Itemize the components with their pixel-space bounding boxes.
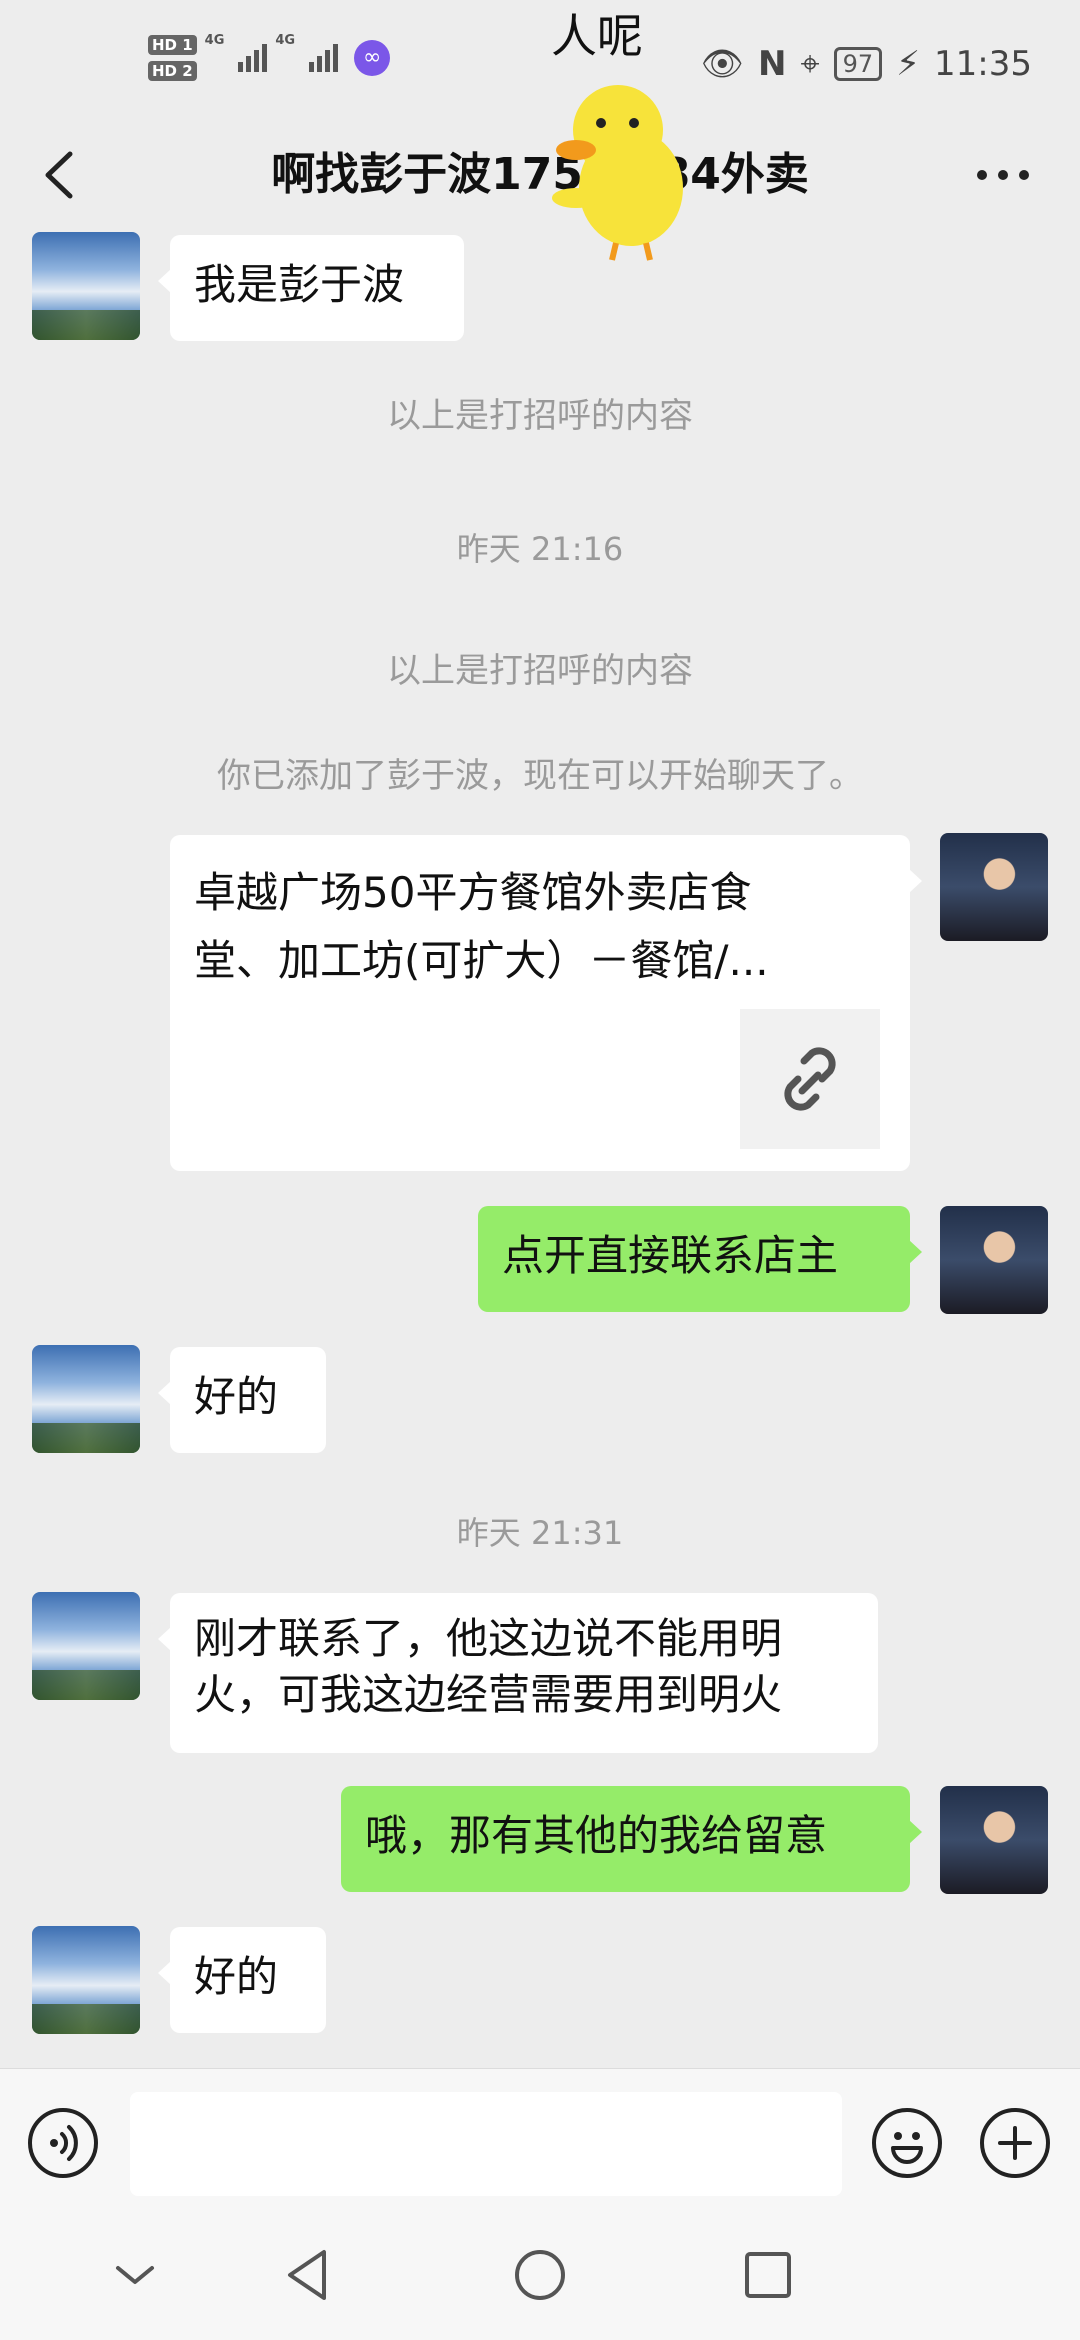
- link-card-title: 卓越广场50平方餐馆外卖店食堂、加工坊(可扩大）－餐馆/...: [194, 868, 769, 985]
- sim1-badge: HD 1: [148, 35, 197, 55]
- contact-avatar[interactable]: [32, 1592, 140, 1700]
- more-actions-button[interactable]: [980, 2108, 1050, 2178]
- status-right: 👁 N ⌖ 97 ⚡ 11:35: [701, 44, 1032, 84]
- link-card[interactable]: 卓越广场50平方餐馆外卖店食堂、加工坊(可扩大）－餐馆/...: [170, 835, 922, 1171]
- message-input[interactable]: [130, 2092, 842, 2196]
- chevron-down-icon: [116, 2266, 154, 2284]
- self-avatar[interactable]: [940, 1786, 1048, 1894]
- status-left: HD 1 HD 2 4G 4G ∞: [148, 33, 391, 81]
- nav-home-button[interactable]: [505, 2240, 575, 2310]
- voice-icon: [50, 2125, 78, 2161]
- more-button[interactable]: [968, 150, 1038, 200]
- contact-avatar[interactable]: [32, 1926, 140, 2034]
- message-bubble-received[interactable]: 刚才联系了，他这边说不能用明火，可我这边经营需要用到明火: [158, 1593, 878, 1753]
- sim2-badge: HD 2: [148, 61, 197, 81]
- self-avatar[interactable]: [940, 833, 1048, 941]
- voice-button[interactable]: [28, 2108, 98, 2178]
- message-text: 点开直接联系店主: [502, 1231, 839, 1280]
- eye-icon: 👁: [700, 44, 744, 84]
- network-1-label: 4G: [204, 33, 225, 48]
- nav-recents-button[interactable]: [733, 2240, 803, 2310]
- message-text: 好的: [194, 1952, 279, 2001]
- message-bubble-sent[interactable]: 哦，那有其他的我给留意: [341, 1786, 922, 1892]
- contact-avatar[interactable]: [32, 1345, 140, 1453]
- status-time: 11:35: [934, 44, 1032, 84]
- charging-icon: ⚡: [896, 44, 921, 84]
- message-bubble-received[interactable]: 好的: [158, 1927, 326, 2033]
- plus-icon: [998, 2126, 1032, 2160]
- message-bubble-received[interactable]: 我是彭于波: [158, 235, 464, 341]
- duck-sticker: [546, 68, 696, 268]
- emoji-icon: [891, 2132, 923, 2164]
- emoji-button[interactable]: [872, 2108, 942, 2178]
- overlay-caption: 人呢: [551, 9, 643, 63]
- timestamp: 昨天 21:31: [456, 1514, 624, 1552]
- system-notice: 以上是打招呼的内容: [387, 651, 693, 691]
- message-bubble-sent[interactable]: 点开直接联系店主: [478, 1206, 922, 1312]
- network-2-label: 4G: [275, 33, 296, 48]
- contact-avatar[interactable]: [32, 232, 140, 340]
- message-text: 哦，那有其他的我给留意: [365, 1811, 828, 1860]
- system-notice: 你已添加了彭于波，现在可以开始聊天了。: [217, 756, 863, 796]
- system-notice: 以上是打招呼的内容: [387, 396, 693, 436]
- battery-icon: 97: [833, 47, 883, 81]
- link-card-thumbnail: [740, 1009, 880, 1149]
- self-avatar[interactable]: [940, 1206, 1048, 1314]
- link-icon: [784, 1047, 836, 1111]
- triangle-back-icon: [288, 2250, 326, 2300]
- message-text: 我是彭于波: [194, 260, 405, 309]
- message-text: 刚才联系了，他这边说不能用明火，可我这边经营需要用到明火: [194, 1614, 783, 1719]
- message-bubble-received[interactable]: 好的: [158, 1347, 326, 1453]
- status-bar: HD 1 HD 2 4G 4G ∞ 👁 N ⌖ 97 ⚡ 11:35: [0, 0, 1080, 140]
- chevron-left-icon: [45, 151, 73, 199]
- timestamp: 昨天 21:16: [456, 530, 624, 568]
- signal-2-icon: [309, 44, 339, 72]
- nav-back-button[interactable]: [274, 2240, 344, 2310]
- message-text: 好的: [194, 1372, 279, 1421]
- nav-collapse-button[interactable]: [100, 2240, 170, 2310]
- circle-home-icon: [515, 2250, 565, 2300]
- location-icon: ⌖: [800, 44, 820, 84]
- square-recents-icon: [745, 2252, 791, 2298]
- signal-1-icon: [238, 44, 268, 72]
- app-notification-icon: ∞: [354, 40, 391, 76]
- chat-title: 啊找彭于波1750 184外卖: [271, 149, 809, 200]
- back-button[interactable]: [30, 140, 90, 210]
- more-dots-icon: [977, 170, 1029, 180]
- nfc-icon: N: [757, 44, 787, 84]
